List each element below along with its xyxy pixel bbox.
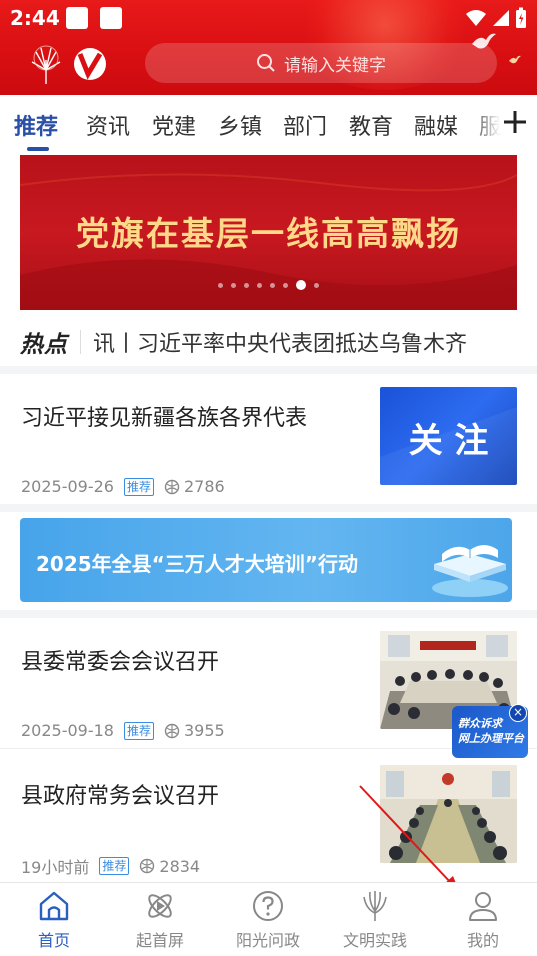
close-icon[interactable]: × bbox=[509, 704, 527, 722]
news-views: 3955 bbox=[164, 721, 225, 740]
dove-icon bbox=[472, 33, 496, 49]
flower-icon bbox=[363, 891, 387, 921]
section-divider bbox=[0, 366, 537, 374]
thumb-text: 关 注 bbox=[408, 421, 489, 461]
carousel-dot[interactable] bbox=[231, 282, 236, 288]
carousel-dot[interactable] bbox=[244, 282, 249, 288]
banner-title: 党旗在基层一线高高飘扬 bbox=[76, 214, 461, 253]
tab-fade bbox=[470, 95, 500, 153]
hot-ticker[interactable]: 热点 讯丨习近平率中央代表团抵达乌鲁木齐 bbox=[20, 322, 520, 362]
carousel-dot[interactable] bbox=[314, 282, 319, 288]
signal-icon bbox=[493, 10, 509, 26]
news-thumbnail bbox=[380, 765, 517, 863]
nav-label: 起首屏 bbox=[135, 931, 184, 950]
book-illustration bbox=[432, 545, 508, 597]
tab-towns[interactable]: 乡镇 bbox=[218, 109, 262, 141]
nav-label: 文明实践 bbox=[342, 931, 407, 950]
section-divider bbox=[0, 504, 537, 512]
status-icons bbox=[465, 7, 527, 29]
nav-inquiry[interactable]: 阳光问政 bbox=[218, 889, 318, 951]
status-time: 2:44 bbox=[10, 6, 60, 30]
news-title: 习近平接见新疆各族各界代表 bbox=[21, 406, 308, 431]
tab-departments[interactable]: 部门 bbox=[283, 109, 327, 141]
news-meta: 2025-09-18 推荐 3955 bbox=[21, 721, 225, 740]
views-count: 2834 bbox=[159, 856, 201, 876]
nav-profile[interactable]: 我的 bbox=[433, 889, 533, 951]
views-icon bbox=[164, 723, 180, 738]
add-tab-icon[interactable] bbox=[500, 107, 530, 137]
nav-label: 阳光问政 bbox=[235, 931, 300, 950]
carousel-dot[interactable] bbox=[283, 282, 288, 288]
wifi-icon bbox=[466, 10, 486, 26]
search-placeholder: 请输入关键字 bbox=[284, 55, 386, 76]
news-date: 2025-09-18 bbox=[21, 721, 114, 740]
tab-media[interactable]: 融媒 bbox=[414, 109, 458, 141]
question-icon bbox=[253, 891, 283, 921]
news-tag: 推荐 bbox=[99, 857, 130, 875]
tab-recommend[interactable]: 推荐 bbox=[14, 109, 58, 141]
search-bar[interactable]: 请输入关键字 bbox=[145, 43, 497, 83]
promo-banner[interactable]: 2025年全县“三万人才大培训”行动 bbox=[20, 518, 512, 602]
float-line2: 网上办理平台 bbox=[458, 732, 524, 745]
tab-news[interactable]: 资讯 bbox=[86, 109, 130, 141]
nav-label: 首页 bbox=[37, 931, 70, 950]
news-views: 2786 bbox=[164, 477, 225, 496]
news-item[interactable]: 县政府常务会议召开 19小时前 推荐 2834 bbox=[0, 752, 537, 882]
news-tag: 推荐 bbox=[123, 477, 154, 496]
carousel-dot[interactable] bbox=[296, 280, 306, 290]
news-date: 2025-09-26 bbox=[21, 477, 114, 496]
news-views: 2834 bbox=[139, 857, 200, 876]
promo-text: 2025年全县“三万人才大培训”行动 bbox=[36, 552, 358, 576]
user-icon bbox=[469, 892, 497, 921]
dove-icon bbox=[509, 55, 521, 64]
app-logo bbox=[31, 45, 106, 84]
search-icon bbox=[257, 54, 275, 72]
news-meta: 19小时前 推荐 2834 bbox=[21, 854, 200, 878]
carousel-dot[interactable] bbox=[270, 282, 275, 288]
tab-party[interactable]: 党建 bbox=[152, 109, 196, 141]
news-title: 县委常委会会议召开 bbox=[21, 650, 220, 675]
news-item[interactable]: 习近平接见新疆各族各界代表 2025-09-26 推荐 2786 关 注 bbox=[0, 374, 537, 504]
views-icon bbox=[164, 479, 180, 494]
carousel-dot[interactable] bbox=[218, 282, 223, 288]
news-tag: 推荐 bbox=[123, 721, 154, 740]
nav-home[interactable]: 首页 bbox=[4, 889, 104, 951]
notification-icon bbox=[100, 7, 122, 29]
bottom-navigation: 首页 起首屏 阳光问政 文明实践 我的 bbox=[0, 882, 537, 956]
tab-education[interactable]: 教育 bbox=[349, 109, 393, 141]
news-thumbnail: 关 注 bbox=[380, 387, 517, 485]
app-header: 2:44 请输入关键字 bbox=[0, 0, 537, 95]
nav-civilization[interactable]: 文明实践 bbox=[325, 889, 425, 951]
news-date: 19小时前 bbox=[21, 858, 90, 877]
atom-icon bbox=[148, 894, 172, 918]
tab-active-indicator bbox=[27, 147, 49, 151]
news-title: 县政府常务会议召开 bbox=[21, 784, 220, 809]
category-tabs: 推荐 资讯 党建 乡镇 部门 教育 融媒 服 bbox=[0, 95, 537, 153]
hot-label: 热点 bbox=[20, 332, 68, 358]
status-bar: 2:44 bbox=[0, 0, 537, 36]
news-meta: 2025-09-26 推荐 2786 bbox=[21, 477, 225, 496]
battery-icon bbox=[516, 7, 526, 28]
carousel-dots bbox=[0, 280, 537, 290]
views-count: 2786 bbox=[184, 477, 225, 496]
views-icon bbox=[140, 858, 155, 874]
carousel-dot[interactable] bbox=[257, 282, 262, 288]
views-count: 3955 bbox=[184, 721, 225, 740]
nav-label: 我的 bbox=[466, 931, 499, 950]
notification-icon bbox=[66, 7, 88, 29]
meeting-photo bbox=[380, 765, 517, 863]
home-icon bbox=[39, 891, 69, 921]
nav-launch[interactable]: 起首屏 bbox=[110, 889, 210, 951]
hot-headline: 讯丨习近平率中央代表团抵达乌鲁木齐 bbox=[93, 332, 468, 357]
section-divider bbox=[0, 610, 537, 618]
hot-separator bbox=[80, 330, 81, 354]
